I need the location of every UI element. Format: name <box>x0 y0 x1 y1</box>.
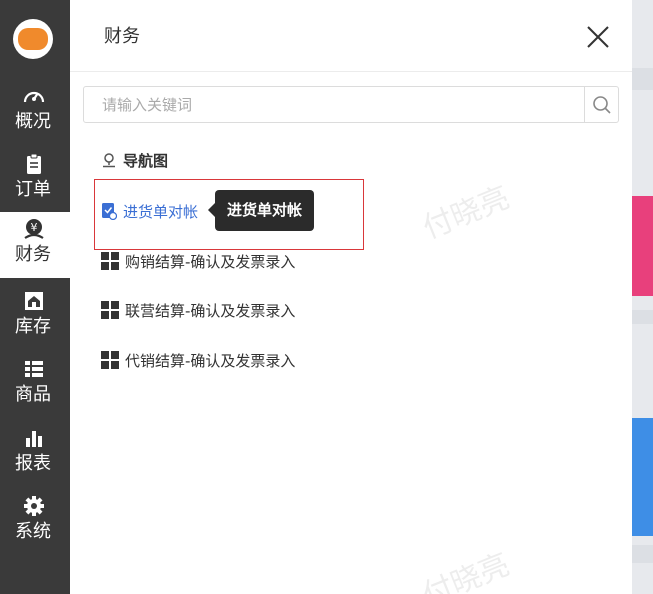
nav-map-heading-text: 导航图 <box>123 151 169 170</box>
clipboard-icon <box>27 153 41 174</box>
sidebar-item-label: 概况 <box>15 111 51 132</box>
sidebar-item-label: 库存 <box>15 316 51 337</box>
menu-item-label: 联营结算-确认及发票录入 <box>125 301 296 320</box>
menu-item-label: 购销结算-确认及发票录入 <box>125 252 296 271</box>
menu-item-label: 代销结算-确认及发票录入 <box>125 351 296 370</box>
backdrop-strip <box>632 310 653 324</box>
document-check-icon <box>102 203 117 220</box>
backdrop-strip <box>632 68 653 90</box>
search-button[interactable] <box>584 87 618 122</box>
map-pin-icon <box>103 153 115 168</box>
sidebar-item-label: 财务 <box>15 244 51 265</box>
sidebar-item-overview[interactable]: 概况 <box>0 79 70 145</box>
warehouse-icon <box>25 292 43 310</box>
bar-chart-icon <box>26 431 42 447</box>
drawer-title: 财务 <box>104 26 140 47</box>
sidebar-item-label: 商品 <box>15 384 51 405</box>
dashboard-icon <box>23 91 45 103</box>
nav-map-heading: 导航图 <box>102 149 168 171</box>
menu-item-joint-operation-settlement[interactable]: 联营结算-确认及发票录入 <box>101 298 295 322</box>
brand-logo[interactable] <box>13 19 53 59</box>
finance-icon: ¥ <box>24 219 44 239</box>
finance-drawer: 财务 导航图 进货单对帐 <box>70 0 632 594</box>
menu-item-label: 进货单对帐 <box>123 202 199 221</box>
backdrop-strip <box>632 545 653 563</box>
sidebar-item-orders[interactable]: 订单 <box>0 147 70 213</box>
close-icon[interactable] <box>585 24 611 50</box>
sidebar-item-inventory[interactable]: 库存 <box>0 284 70 350</box>
sidebar-item-reports[interactable]: 报表 <box>0 421 70 487</box>
grid-icon <box>101 252 119 270</box>
tooltip: 进货单对帐 <box>207 190 315 231</box>
menu-item-purchase-sale-settlement[interactable]: 购销结算-确认及发票录入 <box>101 249 295 273</box>
sidebar-item-finance[interactable]: ¥ 财务 <box>0 212 70 278</box>
sidebar-item-label: 系统 <box>15 521 51 542</box>
search-icon <box>592 95 611 114</box>
main-sidebar: 概况 订单 ¥ 财务 库存 商品 报表 系统 <box>0 0 70 594</box>
grid-icon <box>101 301 119 319</box>
sidebar-item-products[interactable]: 商品 <box>0 352 70 418</box>
list-icon <box>25 361 43 377</box>
sidebar-item-label: 报表 <box>15 453 51 474</box>
search-box <box>83 86 619 123</box>
sidebar-item-system[interactable]: 系统 <box>0 489 70 555</box>
grid-icon <box>101 351 119 369</box>
svg-text:¥: ¥ <box>31 221 38 234</box>
menu-item-purchase-reconciliation[interactable]: 进货单对帐 <box>101 199 198 223</box>
backdrop-blue-card <box>632 418 653 536</box>
sidebar-item-label: 订单 <box>15 179 51 200</box>
menu-item-consignment-settlement[interactable]: 代销结算-确认及发票录入 <box>101 348 295 372</box>
search-input[interactable] <box>84 87 584 122</box>
drawer-header: 财务 <box>70 0 632 72</box>
backdrop-pink-card <box>632 196 653 296</box>
gear-icon <box>24 496 44 516</box>
logo-mark <box>18 28 48 50</box>
watermark-text: 付晓亮 <box>418 547 515 594</box>
watermark-text: 付晓亮 <box>418 180 515 247</box>
